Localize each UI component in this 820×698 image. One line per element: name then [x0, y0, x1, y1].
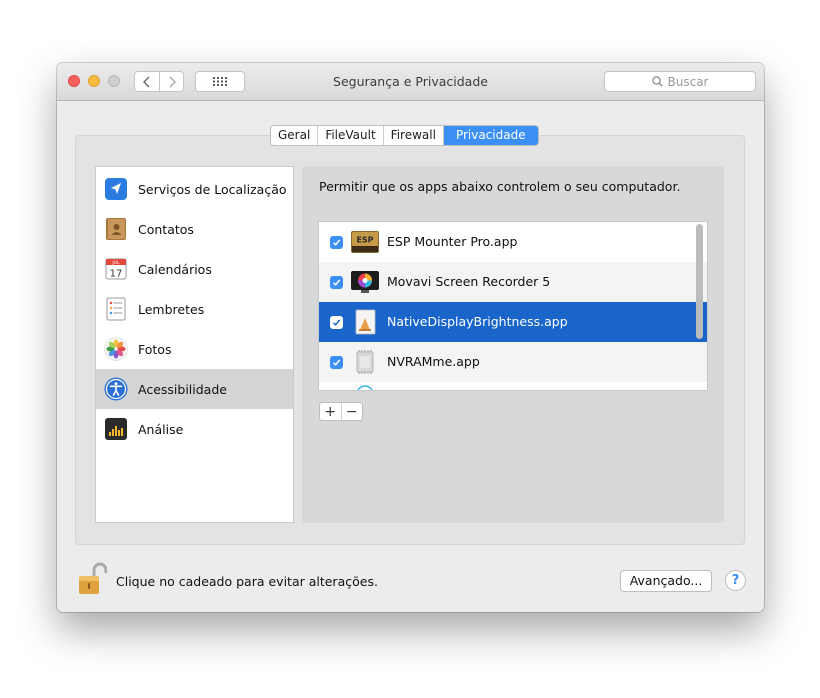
- tab-firewall[interactable]: Firewall: [384, 126, 444, 145]
- sidebar-item-photos[interactable]: Fotos: [96, 329, 293, 369]
- app-name: NativeDisplayBrightness.app: [387, 314, 568, 329]
- app-row-nvramme[interactable]: NVRAMme.app: [319, 342, 707, 382]
- app-row-nativedisplaybrightness[interactable]: NativeDisplayBrightness.app: [319, 302, 707, 342]
- sidebar-item-reminders[interactable]: Lembretes: [96, 289, 293, 329]
- checkmark-icon: [332, 279, 341, 286]
- search-field[interactable]: Buscar: [604, 71, 756, 92]
- sidebar-item-label: Análise: [138, 421, 184, 437]
- help-button[interactable]: ?: [725, 570, 746, 591]
- sidebar-item-contacts[interactable]: Contatos: [96, 209, 293, 249]
- contacts-book-icon: [106, 218, 126, 240]
- esp-drive-icon: ESP: [351, 231, 379, 253]
- remove-app-button[interactable]: −: [342, 403, 363, 420]
- app-row-partial: [319, 382, 707, 390]
- reminders-list-icon: [106, 297, 126, 321]
- lock-message: Clique no cadeado para evitar alterações…: [116, 574, 378, 589]
- add-app-button[interactable]: +: [320, 403, 342, 420]
- scrollbar[interactable]: [696, 224, 703, 339]
- app-list: ESP ESP Mounter Pro.app Movavi Screen Re…: [318, 221, 708, 391]
- generic-app-icon: [355, 309, 376, 335]
- app-row-esp-mounter[interactable]: ESP ESP Mounter Pro.app: [319, 222, 707, 262]
- sidebar-item-label: Contatos: [138, 221, 194, 237]
- calendar-icon-day: 17: [110, 269, 123, 280]
- movavi-monitor-icon: [351, 271, 379, 293]
- tab-filevault[interactable]: FileVault: [318, 126, 384, 145]
- privacy-description: Permitir que os apps abaixo controlem o …: [319, 179, 681, 194]
- app-checkbox[interactable]: [330, 316, 343, 329]
- checkmark-icon: [332, 319, 341, 326]
- add-remove-control: + −: [319, 402, 363, 421]
- app-row-movavi[interactable]: Movavi Screen Recorder 5: [319, 262, 707, 302]
- advanced-button[interactable]: Avançado...: [620, 570, 712, 592]
- location-arrow-icon: [105, 178, 127, 200]
- calendar-icon: JUL 17: [105, 258, 127, 280]
- sidebar-item-label: Calendários: [138, 261, 212, 277]
- lock-open-icon[interactable]: [77, 561, 107, 595]
- app-name: Movavi Screen Recorder 5: [387, 274, 551, 289]
- calendar-icon-month: JUL: [111, 260, 120, 266]
- analytics-icon: [105, 418, 127, 440]
- photos-flower-icon: [104, 337, 128, 361]
- app-name: ESP Mounter Pro.app: [387, 234, 518, 249]
- accessibility-icon: [104, 377, 128, 401]
- app-checkbox[interactable]: [330, 276, 343, 289]
- partial-app-icon: [357, 385, 373, 390]
- tab-bar: Geral FileVault Firewall Privacidade: [270, 125, 539, 146]
- checkmark-icon: [332, 239, 341, 246]
- sidebar-item-calendars[interactable]: JUL 17 Calendários: [96, 249, 293, 289]
- sidebar-item-location[interactable]: Serviços de Localização: [96, 169, 293, 209]
- tab-geral[interactable]: Geral: [271, 126, 319, 145]
- title-bar: Segurança e Privacidade Buscar: [57, 63, 764, 101]
- sidebar-item-label: Lembretes: [138, 301, 205, 317]
- sidebar-item-analytics[interactable]: Análise: [96, 409, 293, 449]
- app-name: NVRAMme.app: [387, 354, 480, 369]
- esp-icon-text: ESP: [356, 236, 373, 245]
- sidebar-item-accessibility[interactable]: Acessibilidade: [96, 369, 293, 409]
- app-checkbox[interactable]: [330, 236, 343, 249]
- app-checkbox[interactable]: [330, 356, 343, 369]
- privacy-category-list: Serviços de Localização Contatos JUL 17 …: [95, 166, 294, 523]
- preferences-window: Segurança e Privacidade Buscar Geral Fil…: [57, 63, 764, 612]
- sidebar-item-label: Serviços de Localização: [138, 181, 287, 197]
- sidebar-item-label: Acessibilidade: [138, 381, 227, 397]
- checkmark-icon: [332, 359, 341, 366]
- search-placeholder: Buscar: [667, 74, 709, 89]
- sidebar-item-label: Fotos: [138, 341, 172, 357]
- chip-icon: [356, 350, 374, 374]
- search-icon: [651, 76, 663, 87]
- tab-privacidade[interactable]: Privacidade: [443, 126, 538, 145]
